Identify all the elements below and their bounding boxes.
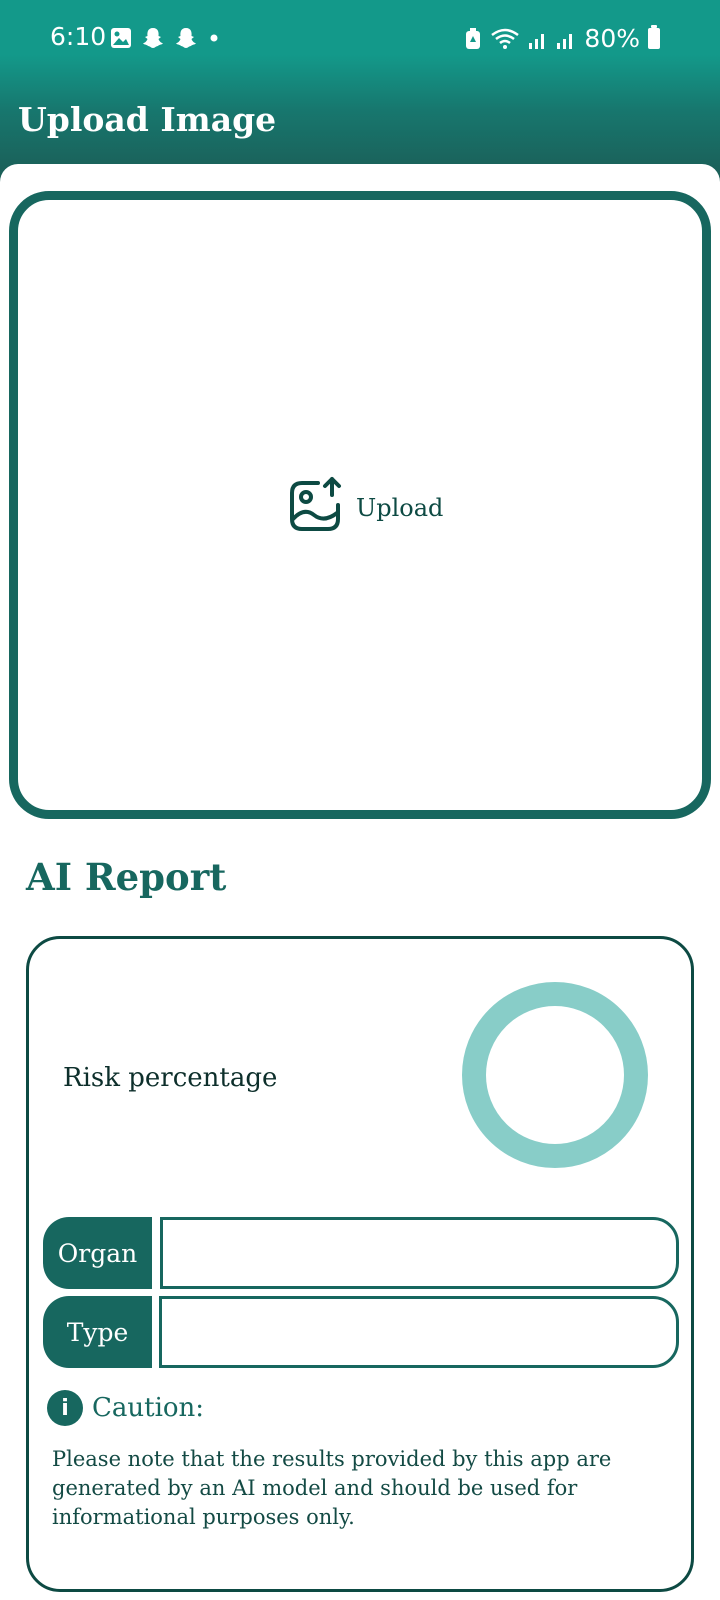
signal-icon <box>529 33 545 49</box>
ai-report-card: Risk percentage Organ Type i Caution: Pl… <box>26 936 694 1592</box>
signal-icon <box>557 33 573 49</box>
status-bar: 6:10 80% <box>0 0 720 76</box>
battery-icon <box>648 25 660 49</box>
system-icons: 80% <box>464 24 660 53</box>
battery-saver-icon <box>466 27 481 49</box>
ai-report-title: AI Report <box>26 855 227 899</box>
dot-icon <box>210 34 218 42</box>
upload-button[interactable]: Upload <box>286 475 443 537</box>
risk-percentage-ring <box>462 982 648 1168</box>
type-field: Type <box>43 1296 679 1368</box>
snapchat-icon <box>176 28 196 48</box>
notification-icons <box>110 26 221 50</box>
type-value <box>159 1296 679 1368</box>
page-title: Upload Image <box>18 100 277 139</box>
caution-header: i Caution: <box>47 1390 204 1426</box>
battery-percentage: 80% <box>584 24 640 53</box>
upload-label: Upload <box>356 494 444 522</box>
upload-image-area[interactable]: Upload <box>9 191 711 819</box>
status-time: 6:10 <box>50 22 107 51</box>
type-label: Type <box>43 1296 152 1368</box>
wifi-icon <box>491 28 520 49</box>
caution-title: Caution: <box>92 1393 205 1423</box>
organ-value <box>160 1217 679 1289</box>
organ-field: Organ <box>43 1217 679 1289</box>
snapchat-icon <box>143 28 163 48</box>
image-upload-icon <box>290 477 341 531</box>
info-icon: i <box>47 1390 83 1426</box>
risk-percentage-label: Risk percentage <box>63 1063 278 1093</box>
gallery-icon <box>111 28 131 48</box>
organ-label: Organ <box>43 1217 152 1289</box>
caution-text: Please note that the results provided by… <box>52 1447 612 1529</box>
